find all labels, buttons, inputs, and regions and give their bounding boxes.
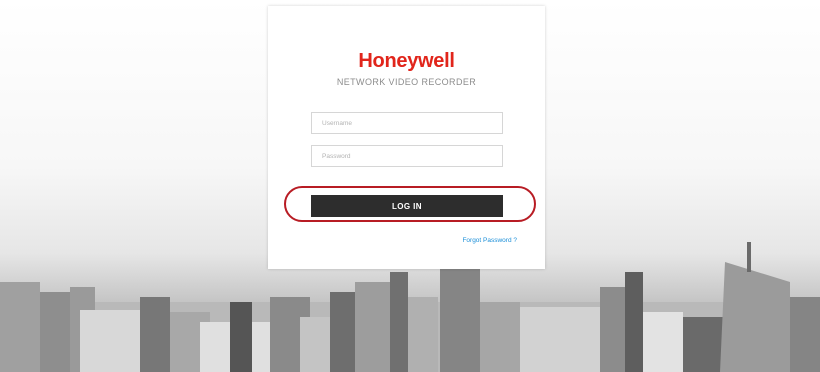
brand-logo: Honeywell	[358, 50, 455, 72]
password-input[interactable]	[311, 145, 503, 167]
login-card: Honeywell NETWORK VIDEO RECORDER LOG IN …	[268, 6, 545, 269]
product-subtitle: NETWORK VIDEO RECORDER	[336, 77, 477, 87]
username-input[interactable]	[311, 112, 503, 134]
forgot-password-link[interactable]: Forgot Password ?	[462, 237, 517, 244]
login-button[interactable]: LOG IN	[311, 195, 503, 217]
